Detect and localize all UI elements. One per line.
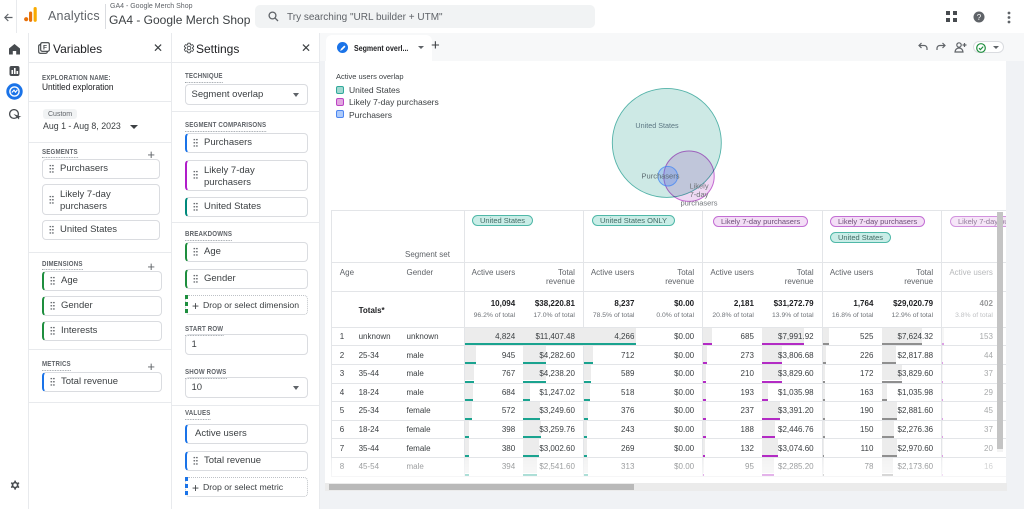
svg-text:?: ? bbox=[977, 13, 982, 22]
svg-text:F: F bbox=[43, 45, 47, 52]
svg-text:Purchasers: Purchasers bbox=[642, 172, 680, 181]
svg-text:United States: United States bbox=[635, 121, 679, 130]
svg-text:purchasers: purchasers bbox=[680, 199, 717, 208]
